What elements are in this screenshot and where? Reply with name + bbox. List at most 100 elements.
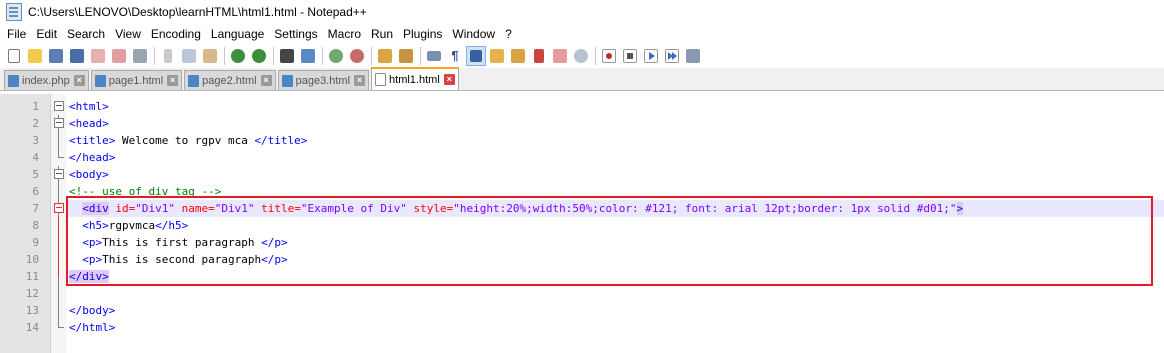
line-number-gutter: 1 2 3 4 5 6 7 8 9 10 11 12 13 14 xyxy=(0,94,51,353)
line-number: 12 xyxy=(25,287,39,300)
toolbar-separator xyxy=(592,46,598,66)
find-icon[interactable] xyxy=(277,46,297,66)
copy-icon[interactable] xyxy=(179,46,199,66)
close-tab-icon[interactable]: × xyxy=(167,75,179,86)
fold-row xyxy=(51,166,66,183)
html-tag: </body> xyxy=(69,304,116,317)
sync-h-icon[interactable] xyxy=(396,46,416,66)
code-line: <body> xyxy=(66,166,1164,183)
fold-row xyxy=(51,234,66,251)
fold-toggle-icon[interactable] xyxy=(54,101,64,111)
fold-toggle-icon[interactable] xyxy=(54,118,64,128)
new-file-icon[interactable] xyxy=(4,46,24,66)
menu-bar: File Edit Search View Encoding Language … xyxy=(0,24,1164,44)
file-icon xyxy=(94,74,106,87)
fold-line xyxy=(58,268,59,277)
close-tab-icon[interactable]: × xyxy=(73,75,85,86)
save-macro-icon[interactable] xyxy=(683,46,703,66)
fold-toggle-icon[interactable] xyxy=(54,169,64,179)
stop-icon[interactable] xyxy=(620,46,640,66)
menu-search[interactable]: Search xyxy=(62,24,110,44)
menu-file[interactable]: File xyxy=(2,24,31,44)
fold-row xyxy=(51,98,66,115)
menu-help[interactable]: ? xyxy=(500,24,517,44)
tab-page2-html[interactable]: page2.html × xyxy=(184,70,276,90)
html-tag: </title> xyxy=(254,134,308,147)
toolbar: ¶ xyxy=(0,44,1164,68)
toolbar-separator xyxy=(368,46,374,66)
redo-icon[interactable] xyxy=(249,46,269,66)
tab-html1-html[interactable]: html1.html × xyxy=(371,67,459,90)
tab-page1-html[interactable]: page1.html × xyxy=(90,70,183,90)
tab-label: html1.html xyxy=(389,73,440,86)
fold-row xyxy=(51,183,66,200)
open-file-icon[interactable] xyxy=(25,46,45,66)
title-bar: C:\Users\LENOVO\Desktop\learnHTML\html1.… xyxy=(0,0,1164,24)
sync-v-icon[interactable] xyxy=(375,46,395,66)
menu-settings[interactable]: Settings xyxy=(269,24,322,44)
print-icon[interactable] xyxy=(130,46,150,66)
fold-line xyxy=(58,183,59,200)
tab-page3-html[interactable]: page3.html × xyxy=(277,70,370,90)
play-multiple-icon[interactable] xyxy=(662,46,682,66)
line-number: 3 xyxy=(32,134,39,147)
menu-macro[interactable]: Macro xyxy=(323,24,366,44)
line-number: 9 xyxy=(32,236,39,249)
fold-end xyxy=(58,149,64,158)
file-icon xyxy=(375,73,387,86)
tab-label: page3.html xyxy=(295,74,351,87)
menu-run[interactable]: Run xyxy=(366,24,398,44)
line-number: 2 xyxy=(32,117,39,130)
monitor-icon[interactable] xyxy=(571,46,591,66)
close-tab-icon[interactable]: × xyxy=(354,75,366,86)
play-icon[interactable] xyxy=(641,46,661,66)
folder-workspace-icon[interactable] xyxy=(550,46,570,66)
toolbar-separator xyxy=(270,46,276,66)
line-number: 11 xyxy=(25,270,39,283)
fold-row xyxy=(51,302,66,319)
toolbar-separator xyxy=(221,46,227,66)
show-all-chars-icon[interactable]: ¶ xyxy=(445,46,465,66)
html-tag: </html> xyxy=(69,321,116,334)
line-number: 5 xyxy=(32,168,39,181)
html-tag: </head> xyxy=(69,151,116,164)
toolbar-separator xyxy=(151,46,157,66)
function-list-icon[interactable] xyxy=(508,46,528,66)
paste-icon[interactable] xyxy=(200,46,220,66)
code-line: <title> Welcome to rgpv mca </title> xyxy=(66,132,1164,149)
close-icon[interactable] xyxy=(88,46,108,66)
code-line: </head> xyxy=(66,149,1164,166)
close-tab-icon[interactable]: × xyxy=(260,75,272,86)
fold-end xyxy=(58,319,64,328)
menu-window[interactable]: Window xyxy=(447,24,500,44)
fold-toggle-icon[interactable] xyxy=(54,203,64,213)
file-icon xyxy=(188,74,200,87)
menu-edit[interactable]: Edit xyxy=(31,24,62,44)
tab-label: page2.html xyxy=(202,74,257,87)
fold-row xyxy=(51,217,66,234)
record-icon[interactable] xyxy=(599,46,619,66)
close-all-icon[interactable] xyxy=(109,46,129,66)
menu-plugins[interactable]: Plugins xyxy=(398,24,447,44)
close-tab-icon[interactable]: × xyxy=(443,74,455,85)
cut-icon[interactable] xyxy=(158,46,178,66)
line-number: 7 xyxy=(32,202,39,215)
save-icon[interactable] xyxy=(46,46,66,66)
line-number: 1 xyxy=(32,100,39,113)
line-number: 14 xyxy=(25,321,39,334)
menu-view[interactable]: View xyxy=(110,24,146,44)
indent-guide-icon[interactable] xyxy=(466,46,486,66)
menu-language[interactable]: Language xyxy=(206,24,269,44)
zoom-out-icon[interactable] xyxy=(347,46,367,66)
folder-icon[interactable] xyxy=(529,46,549,66)
replace-icon[interactable] xyxy=(298,46,318,66)
word-wrap-icon[interactable] xyxy=(424,46,444,66)
menu-encoding[interactable]: Encoding xyxy=(146,24,206,44)
zoom-in-icon[interactable] xyxy=(326,46,346,66)
doc-map-icon[interactable] xyxy=(487,46,507,66)
fold-line xyxy=(58,285,59,302)
save-all-icon[interactable] xyxy=(67,46,87,66)
undo-icon[interactable] xyxy=(228,46,248,66)
tab-index-php[interactable]: index.php × xyxy=(4,70,89,90)
